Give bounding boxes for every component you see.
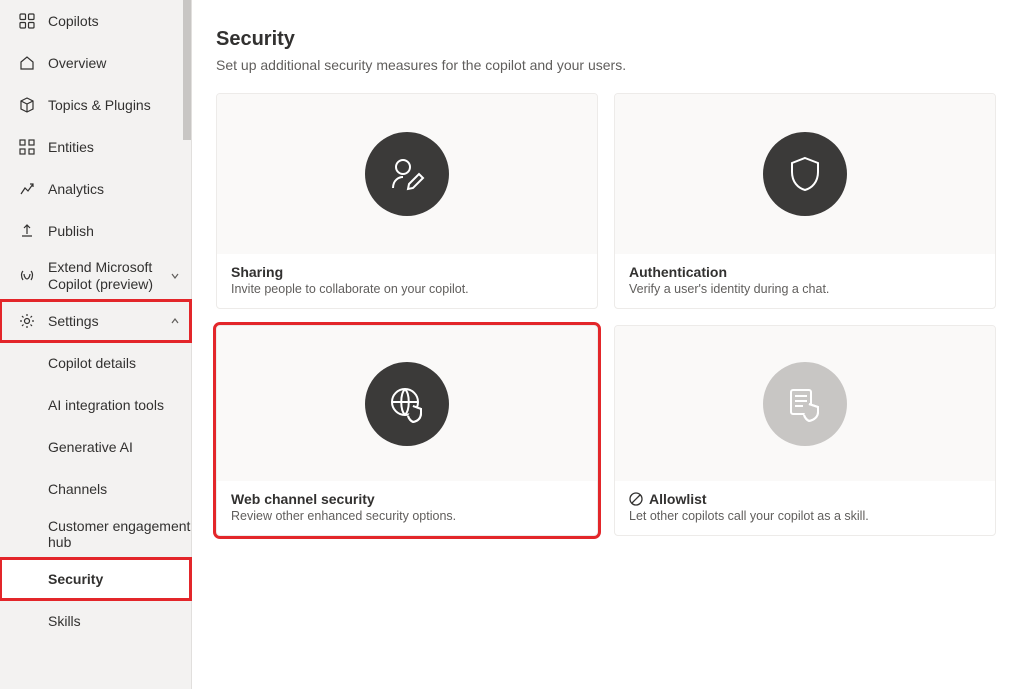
card-web-channel-security[interactable]: Web channel security Review other enhanc…	[216, 325, 598, 536]
security-card-grid: Sharing Invite people to collaborate on …	[216, 93, 996, 536]
nav-label: Extend Microsoft Copilot (preview)	[48, 259, 157, 293]
box-icon	[18, 96, 36, 114]
nav-sub-label: Customer engagement hub	[48, 518, 191, 550]
publish-icon	[18, 222, 36, 240]
nav-analytics[interactable]: Analytics	[0, 168, 191, 210]
entities-icon	[18, 138, 36, 156]
card-body: Sharing Invite people to collaborate on …	[217, 254, 597, 308]
nav-overview[interactable]: Overview	[0, 42, 191, 84]
nav-settings[interactable]: Settings	[0, 300, 191, 342]
nav-settings-security[interactable]: Security	[0, 558, 191, 600]
copilot-icon	[18, 267, 36, 285]
card-desc: Verify a user's identity during a chat.	[629, 282, 981, 296]
card-title: Allowlist	[629, 491, 981, 507]
nav-entities[interactable]: Entities	[0, 126, 191, 168]
nav-label: Settings	[48, 313, 157, 330]
nav-settings-customer-hub[interactable]: Customer engagement hub	[0, 510, 191, 558]
nav-label: Overview	[48, 55, 181, 72]
card-desc: Review other enhanced security options.	[231, 509, 583, 523]
nav-label: Topics & Plugins	[48, 97, 181, 114]
grid-icon	[18, 12, 36, 30]
nav-settings-copilot-details[interactable]: Copilot details	[0, 342, 191, 384]
chart-icon	[18, 180, 36, 198]
nav-publish[interactable]: Publish	[0, 210, 191, 252]
main-content: Security Set up additional security meas…	[192, 0, 1032, 689]
nav-sub-label: Skills	[48, 613, 81, 629]
nav-label: Entities	[48, 139, 181, 156]
sidebar: Copilots Overview Topics & Plugins Entit…	[0, 0, 192, 689]
person-edit-icon	[365, 132, 449, 216]
card-desc: Invite people to collaborate on your cop…	[231, 282, 583, 296]
nav-settings-ai-integration[interactable]: AI integration tools	[0, 384, 191, 426]
card-title: Web channel security	[231, 491, 583, 507]
card-body: Allowlist Let other copilots call your c…	[615, 481, 995, 535]
nav-topics-plugins[interactable]: Topics & Plugins	[0, 84, 191, 126]
card-sharing[interactable]: Sharing Invite people to collaborate on …	[216, 93, 598, 309]
card-body: Authentication Verify a user's identity …	[615, 254, 995, 308]
card-authentication[interactable]: Authentication Verify a user's identity …	[614, 93, 996, 309]
chevron-up-icon	[169, 315, 181, 327]
page-title: Security	[216, 28, 1008, 51]
gear-icon	[18, 312, 36, 330]
shield-icon	[763, 132, 847, 216]
page-subtitle: Set up additional security measures for …	[216, 57, 1008, 73]
card-title: Sharing	[231, 264, 583, 280]
home-icon	[18, 54, 36, 72]
blocked-icon	[629, 492, 643, 506]
nav-sub-label: AI integration tools	[48, 397, 164, 413]
nav-sub-label: Copilot details	[48, 355, 136, 371]
list-shield-icon	[763, 362, 847, 446]
nav-settings-skills[interactable]: Skills	[0, 600, 191, 642]
nav-copilots[interactable]: Copilots	[0, 0, 191, 42]
nav-settings-generative-ai[interactable]: Generative AI	[0, 426, 191, 468]
card-desc: Let other copilots call your copilot as …	[629, 509, 981, 523]
nav-sub-label: Generative AI	[48, 439, 133, 455]
nav-settings-channels[interactable]: Channels	[0, 468, 191, 510]
globe-shield-icon	[365, 362, 449, 446]
card-title: Authentication	[629, 264, 981, 280]
card-illustration	[217, 326, 597, 481]
nav-label: Publish	[48, 223, 181, 240]
card-illustration	[615, 94, 995, 254]
card-body: Web channel security Review other enhanc…	[217, 481, 597, 535]
nav-label: Copilots	[48, 13, 181, 30]
nav-label: Analytics	[48, 181, 181, 198]
card-title-text: Allowlist	[649, 491, 707, 507]
nav-sub-label: Channels	[48, 481, 107, 497]
nav-extend-copilot[interactable]: Extend Microsoft Copilot (preview)	[0, 252, 191, 300]
card-allowlist[interactable]: Allowlist Let other copilots call your c…	[614, 325, 996, 536]
chevron-down-icon	[169, 270, 181, 282]
card-illustration	[615, 326, 995, 481]
nav-sub-label: Security	[48, 571, 103, 587]
card-illustration	[217, 94, 597, 254]
